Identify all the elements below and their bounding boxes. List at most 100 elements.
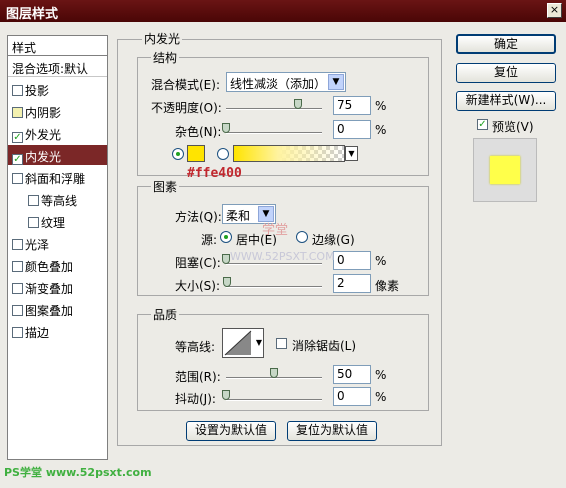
style-item-11[interactable]: 图案叠加	[8, 299, 107, 319]
style-item-4[interactable]: ✓ 内发光	[8, 145, 107, 165]
watermark-cn: 学堂	[262, 223, 289, 238]
choke-slider-thumb[interactable]	[222, 254, 230, 264]
layer-style-dialog: 图层样式 × 样式 混合选项:默认 投影 内阴影 ✓ 外发光 ✓ 内发光 斜面和浮雕 等高线纹…	[0, 0, 566, 488]
blending-options-item[interactable]: 混合选项:默认	[8, 57, 107, 77]
antialias-label: 消除锯齿(L)	[292, 339, 357, 353]
range-slider-thumb[interactable]	[270, 368, 278, 378]
style-item-8[interactable]: 光泽	[8, 233, 107, 253]
opacity-slider-track[interactable]	[226, 108, 322, 110]
reset-button[interactable]: 复位	[456, 63, 556, 83]
blend-mode-select[interactable]: 线性减淡（添加） ▼	[226, 72, 346, 92]
range-label: 范围(R):	[175, 370, 221, 384]
style-item-checkbox[interactable]: ✓	[12, 132, 23, 143]
new-style-button[interactable]: 新建样式(W)...	[456, 91, 556, 111]
opacity-slider-thumb[interactable]	[294, 99, 302, 109]
style-item-label: 斜面和浮雕	[25, 172, 86, 186]
style-item-label: 渐变叠加	[25, 282, 74, 296]
contour-label: 等高线:	[175, 340, 216, 354]
gradient-preview[interactable]	[233, 145, 345, 162]
style-item-6[interactable]: 等高线	[8, 189, 107, 209]
size-unit: 像素	[375, 279, 400, 293]
contour-picker[interactable]: ▼	[222, 328, 264, 358]
preview-swatch	[490, 156, 520, 184]
style-item-2[interactable]: 内阴影	[8, 101, 107, 121]
style-item-7[interactable]: 纹理	[8, 211, 107, 231]
gradient-dropdown-icon[interactable]: ▼	[345, 146, 358, 161]
elements-title: 图素	[151, 178, 180, 195]
title-bar[interactable]: 图层样式 ×	[0, 0, 566, 22]
reset-default-button[interactable]: 复位为默认值	[287, 421, 377, 441]
size-input[interactable]: 2	[333, 274, 371, 293]
contour-curve-icon	[224, 330, 252, 356]
method-value: 柔和	[226, 209, 251, 223]
opacity-unit: %	[375, 99, 387, 113]
style-item-label: 外发光	[25, 128, 62, 142]
watermark-url: WWW.52PSXT.COM	[230, 250, 335, 263]
solid-color-radio[interactable]	[172, 148, 184, 160]
noise-slider-track[interactable]	[226, 132, 322, 134]
choke-input[interactable]: 0	[333, 251, 371, 270]
blend-mode-value: 线性减淡（添加）	[230, 77, 327, 91]
window-title: 图层样式	[6, 7, 59, 22]
style-item-label: 纹理	[41, 216, 66, 230]
quality-title: 品质	[151, 306, 180, 323]
watermark-bottom: PS学堂 www.52psxt.com	[4, 466, 152, 479]
style-item-checkbox[interactable]	[12, 261, 23, 272]
style-item-checkbox[interactable]	[12, 173, 23, 184]
styles-header[interactable]: 样式	[8, 36, 107, 56]
range-unit: %	[375, 368, 387, 382]
set-default-button[interactable]: 设置为默认值	[186, 421, 276, 441]
jitter-label: 抖动(J):	[175, 392, 216, 406]
preview-checkbox[interactable]: ✓	[477, 119, 488, 130]
source-edge-label: 边缘(G)	[312, 233, 355, 247]
choke-unit: %	[375, 254, 387, 268]
style-item-12[interactable]: 描边	[8, 321, 107, 341]
source-edge-radio[interactable]	[296, 231, 308, 243]
style-item-checkbox[interactable]	[12, 107, 23, 118]
style-item-checkbox[interactable]	[12, 85, 23, 96]
range-input[interactable]: 50	[333, 365, 371, 384]
opacity-input[interactable]: 75	[333, 96, 371, 115]
style-item-checkbox[interactable]	[28, 195, 39, 206]
style-item-checkbox[interactable]	[28, 217, 39, 228]
method-label: 方法(Q):	[175, 210, 222, 224]
jitter-unit: %	[375, 390, 387, 404]
style-item-checkbox[interactable]	[12, 283, 23, 294]
style-item-checkbox[interactable]	[12, 327, 23, 338]
styles-list: 样式 混合选项:默认 投影 内阴影 ✓ 外发光 ✓ 内发光 斜面和浮雕 等高线 纹理 光泽 颜色叠加…	[7, 35, 108, 460]
style-item-5[interactable]: 斜面和浮雕	[8, 167, 107, 187]
noise-input[interactable]: 0	[333, 120, 371, 139]
chevron-down-icon[interactable]: ▼	[256, 338, 262, 347]
source-label: 源:	[201, 233, 218, 247]
glow-color-swatch[interactable]	[187, 145, 205, 162]
jitter-slider-track[interactable]	[226, 399, 322, 401]
blend-mode-label: 混合模式(E):	[151, 78, 220, 92]
chevron-down-icon[interactable]: ▼	[328, 74, 344, 90]
inner-glow-title: 内发光	[142, 30, 183, 47]
noise-label: 杂色(N):	[175, 125, 222, 139]
preview-label: 预览(V)	[492, 120, 534, 134]
ok-button[interactable]: 确定	[456, 34, 556, 54]
style-item-3[interactable]: ✓ 外发光	[8, 123, 107, 143]
size-slider-track[interactable]	[226, 286, 322, 288]
style-item-checkbox[interactable]	[12, 305, 23, 316]
style-item-checkbox[interactable]: ✓	[12, 154, 23, 165]
jitter-input[interactable]: 0	[333, 387, 371, 406]
style-item-checkbox[interactable]	[12, 239, 23, 250]
choke-label: 阻塞(C):	[175, 256, 221, 270]
style-item-10[interactable]: 渐变叠加	[8, 277, 107, 297]
style-item-label: 等高线	[41, 194, 78, 208]
size-slider-thumb[interactable]	[222, 277, 231, 287]
size-label: 大小(S):	[175, 279, 221, 293]
color-hex-note: #ffe400	[187, 166, 242, 181]
noise-slider-thumb[interactable]	[222, 123, 230, 133]
choke-slider-track[interactable]	[226, 263, 322, 265]
style-item-9[interactable]: 颜色叠加	[8, 255, 107, 275]
style-item-1[interactable]: 投影	[8, 79, 107, 99]
source-center-radio[interactable]	[220, 231, 232, 243]
opacity-label: 不透明度(O):	[151, 101, 222, 115]
close-button[interactable]: ×	[547, 3, 562, 18]
antialias-checkbox[interactable]	[276, 338, 287, 349]
gradient-radio[interactable]	[217, 148, 229, 160]
jitter-slider-thumb[interactable]	[222, 390, 230, 400]
